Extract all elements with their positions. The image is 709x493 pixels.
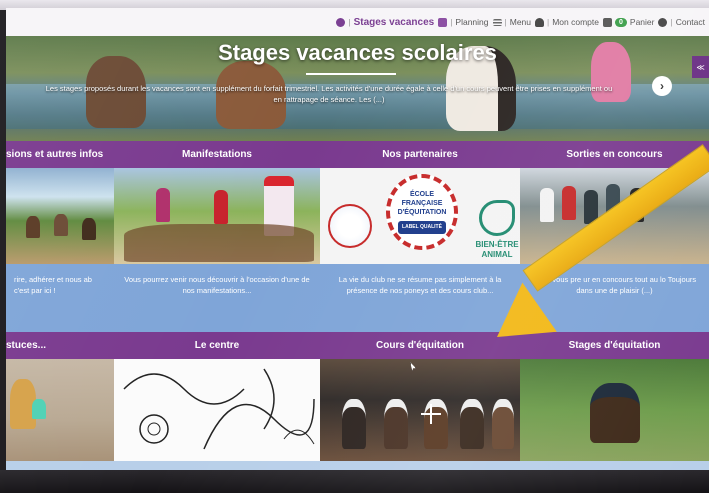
sun-icon — [336, 17, 346, 27]
nav-contact-label: Contact — [675, 17, 705, 27]
tile-cours-equitation[interactable]: Cours d'équitation — [320, 332, 520, 470]
tile-image-indoor-arena — [320, 359, 520, 461]
hero-description: Les stages proposés durant les vacances … — [45, 84, 613, 104]
tile-description: rire, adhérer et nous ab c'est par ici ! — [6, 264, 114, 332]
tile-inscriptions[interactable]: sions et autres infos rire, adhérer et n… — [6, 141, 114, 332]
club-horse-logo — [328, 204, 372, 248]
tile-title: Le centre — [114, 332, 320, 359]
crosshair-cursor-icon — [421, 404, 441, 424]
nav-stages-label: Stages vacances — [353, 16, 435, 28]
nav-cart[interactable]: 0 Panier — [603, 17, 654, 27]
tile-partenaires[interactable]: Nos partenaires ÉCOLE FRANÇAISE D'ÉQUITA… — [320, 141, 520, 332]
hero-title-underline — [306, 73, 396, 75]
nav-account[interactable]: | Mon compte — [535, 17, 599, 27]
tile-description: Vous pourrez venir nous découvrir à l'oc… — [114, 264, 320, 332]
cart-count-badge: 0 — [615, 17, 627, 27]
tile-image-coloring-sketch — [114, 359, 320, 461]
nav-menu-label: Menu — [509, 17, 531, 27]
nav-menu[interactable]: | Menu — [492, 17, 531, 27]
monitor-bottom-bezel — [0, 470, 709, 493]
tile-image-riders — [6, 168, 114, 264]
tile-stages-equitation[interactable]: Stages d'équitation — [520, 332, 709, 470]
nav-cart-label: Panier — [629, 17, 655, 27]
side-panel-toggle[interactable]: ≪ — [692, 56, 709, 78]
tile-astuces[interactable]: stuces... — [6, 332, 114, 470]
tile-image-costumed-riders — [114, 168, 320, 264]
tile-title: sions et autres infos — [6, 141, 114, 168]
ffe-label-logo: ÉCOLE FRANÇAISE D'ÉQUITATION LABEL QUALI… — [386, 174, 458, 250]
tile-title: Manifestations — [114, 141, 320, 168]
nav-stages-vacances[interactable]: | Stages vacances — [336, 17, 434, 28]
top-navigation: | Stages vacances | Planning | Menu | Mo… — [6, 8, 709, 36]
tile-image-trail-ride — [520, 359, 709, 461]
tile-title: Nos partenaires — [320, 141, 520, 168]
cart-icon — [603, 17, 612, 27]
hero-banner[interactable]: Stages vacances scolaires Les stages pro… — [6, 36, 709, 141]
bien-etre-animal-logo: BIEN-ÊTRE ANIMAL — [472, 190, 520, 260]
sketch-drawing — [123, 368, 315, 450]
tile-le-centre[interactable]: Le centre — [114, 332, 320, 470]
horse-head-icon — [479, 200, 515, 236]
hamburger-icon — [492, 18, 502, 26]
tile-image-pony — [6, 359, 114, 461]
user-icon — [535, 17, 544, 27]
chevron-right-icon: › — [660, 79, 664, 93]
tile-manifestations[interactable]: Manifestations Vous pourrez venir nous d… — [114, 141, 320, 332]
calendar-icon — [438, 17, 448, 27]
slider-next-button[interactable]: › — [652, 76, 672, 96]
nav-planning[interactable]: | Planning — [438, 17, 489, 27]
double-chevron-icon: ≪ — [696, 62, 705, 72]
nav-planning-label: Planning — [455, 17, 489, 27]
nav-account-label: Mon compte — [552, 17, 599, 27]
tile-image-partner-logos: ÉCOLE FRANÇAISE D'ÉQUITATION LABEL QUALI… — [320, 168, 520, 264]
nav-contact[interactable]: | Contact — [658, 17, 705, 27]
info-icon — [658, 17, 668, 27]
hero-title: Stages vacances scolaires — [218, 40, 497, 65]
tile-title: Cours d'équitation — [320, 332, 520, 359]
tile-title: stuces... — [6, 332, 114, 359]
